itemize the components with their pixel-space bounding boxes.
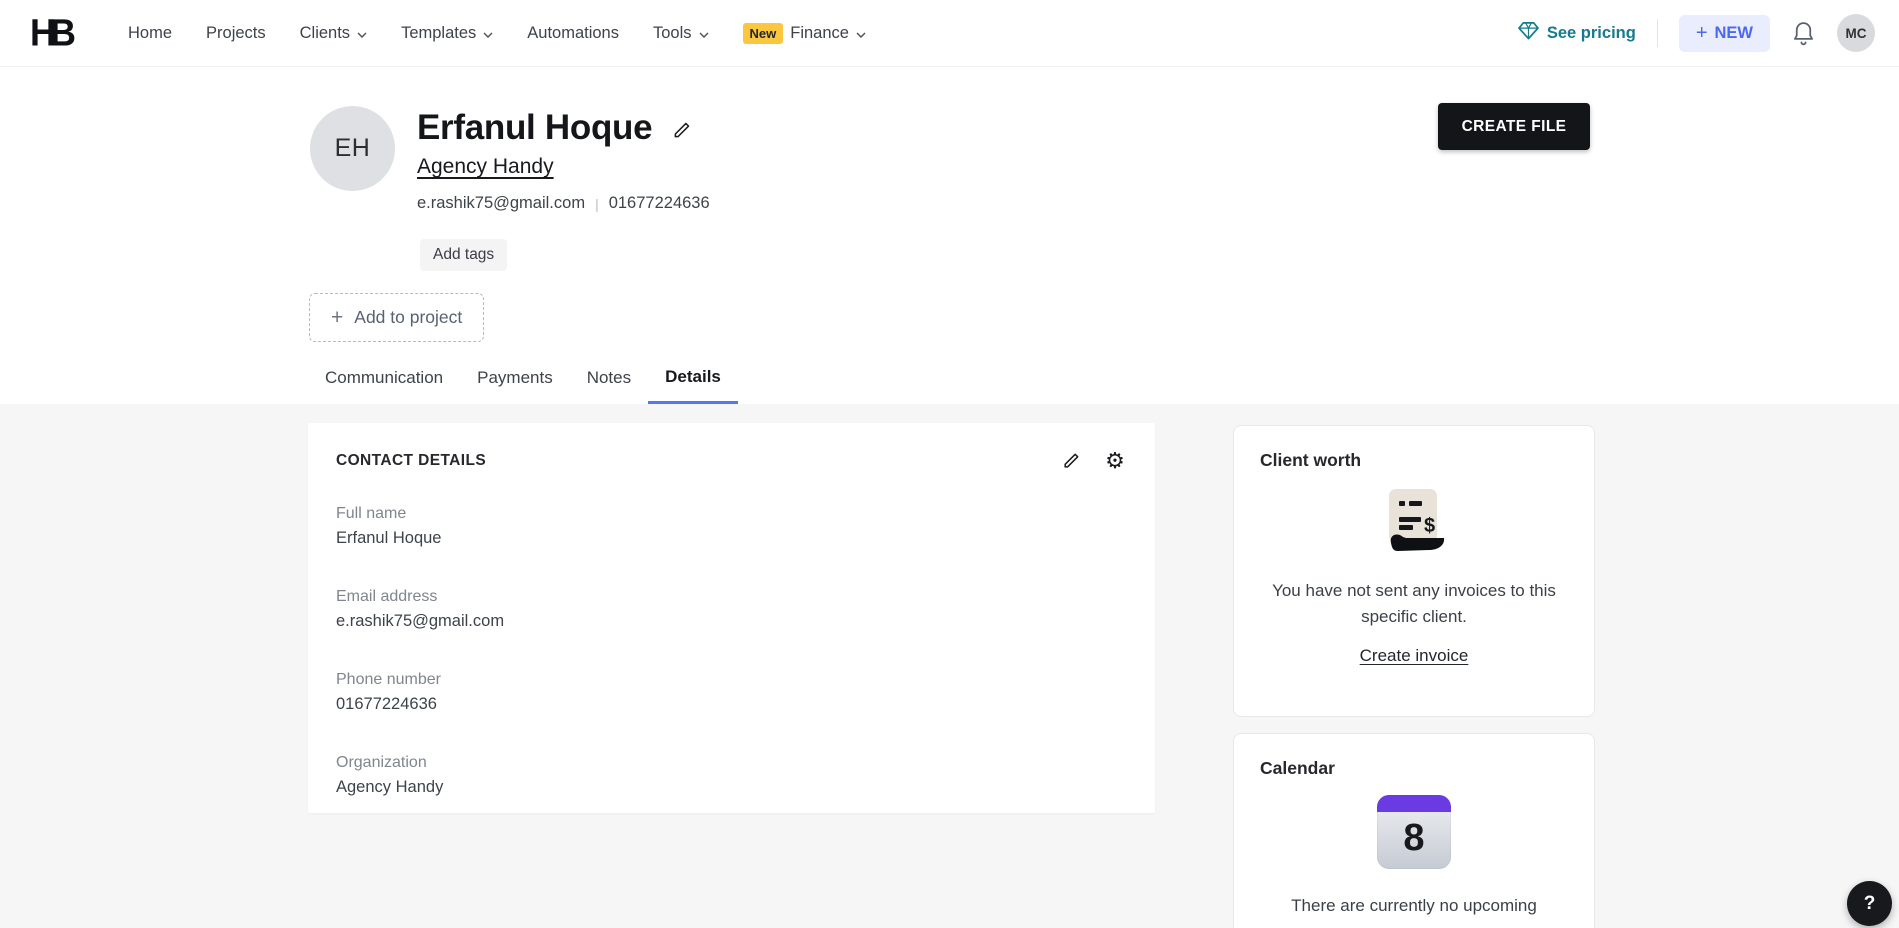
new-button[interactable]: + NEW [1679, 15, 1770, 52]
chevron-down-icon [357, 24, 367, 43]
field-label: Phone number [336, 671, 1127, 689]
client-company-link[interactable]: Agency Handy [417, 155, 554, 179]
plus-icon: + [331, 310, 343, 326]
field-label: Full name [336, 505, 1127, 523]
notifications-bell-icon[interactable] [1791, 20, 1816, 47]
field-value: Agency Handy [336, 778, 1127, 797]
calendar-icon-top-bar [1377, 795, 1451, 812]
tab-details[interactable]: Details [648, 367, 738, 404]
add-to-project-label: Add to project [354, 307, 462, 328]
nav-item-label: Clients [300, 24, 350, 43]
nav-item-label: Templates [401, 24, 476, 43]
create-invoice-link[interactable]: Create invoice [1260, 646, 1568, 666]
chevron-down-icon [856, 24, 866, 43]
nav-item-label: Finance [790, 24, 849, 43]
client-worth-card: Client worth $ You have not sent any inv… [1233, 425, 1595, 717]
field-label: Email address [336, 588, 1127, 606]
calendar-icon-day: 8 [1377, 812, 1451, 864]
see-pricing-link[interactable]: See pricing [1518, 21, 1636, 45]
client-avatar: EH [310, 106, 395, 191]
client-email: e.rashik75@gmail.com [417, 194, 585, 213]
nav-menu: Home Projects Clients Templates Automati… [128, 23, 866, 44]
details-content: CONTACT DETAILS ⚙ Full name Erfanul Hoqu… [0, 404, 1899, 928]
client-phone: 01677224636 [609, 194, 710, 213]
client-contact-line: e.rashik75@gmail.com | 01677224636 [417, 194, 710, 213]
user-avatar[interactable]: MC [1837, 14, 1875, 52]
field-full-name: Full name Erfanul Hoque [336, 505, 1127, 548]
nav-actions: See pricing + NEW MC [1518, 14, 1875, 52]
nav-divider [1657, 19, 1658, 47]
nav-item-label: Home [128, 24, 172, 43]
field-email-address: Email address e.rashik75@gmail.com [336, 588, 1127, 631]
contact-details-title: CONTACT DETAILS [336, 452, 486, 470]
edit-contact-pencil-icon[interactable] [1059, 449, 1083, 473]
new-button-label: NEW [1715, 24, 1754, 43]
tab-communication[interactable]: Communication [325, 368, 443, 404]
plus-icon: + [1696, 25, 1708, 41]
client-name: Erfanul Hoque [417, 108, 652, 148]
field-phone-number: Phone number 01677224636 [336, 671, 1127, 714]
tab-notes[interactable]: Notes [587, 368, 631, 404]
help-button[interactable]: ? [1847, 881, 1892, 926]
client-worth-title: Client worth [1260, 450, 1568, 471]
client-tabs: Communication Payments Notes Details [325, 367, 721, 404]
chevron-down-icon [699, 24, 709, 43]
field-value: e.rashik75@gmail.com [336, 612, 1127, 631]
nav-item-projects[interactable]: Projects [206, 24, 266, 43]
nav-item-label: Projects [206, 24, 266, 43]
separator: | [595, 196, 599, 212]
calendar-icon: 8 [1377, 795, 1451, 869]
create-file-button[interactable]: CREATE FILE [1438, 103, 1590, 150]
client-worth-message: You have not sent any invoices to this s… [1260, 578, 1568, 629]
new-badge: New [743, 23, 784, 44]
honeybook-logo[interactable]: HB [30, 11, 70, 55]
calendar-card: Calendar 8 There are currently no upcomi… [1233, 733, 1595, 928]
client-header: EH Erfanul Hoque Agency Handy e.rashik75… [0, 67, 1899, 404]
top-navigation: HB Home Projects Clients Templates Autom… [0, 0, 1899, 67]
field-label: Organization [336, 754, 1127, 772]
nav-item-automations[interactable]: Automations [527, 24, 619, 43]
field-organization: Organization Agency Handy [336, 754, 1127, 797]
nav-item-finance[interactable]: New Finance [743, 23, 866, 44]
invoice-icon: $ [1381, 487, 1447, 558]
contact-settings-gear-icon[interactable]: ⚙ [1103, 449, 1127, 473]
field-value: 01677224636 [336, 695, 1127, 714]
calendar-title: Calendar [1260, 758, 1568, 779]
svg-text:$: $ [1424, 515, 1435, 537]
calendar-message: There are currently no upcoming [1260, 893, 1568, 919]
edit-name-pencil-icon[interactable] [669, 118, 693, 142]
nav-item-templates[interactable]: Templates [401, 24, 493, 43]
add-to-project-button[interactable]: + Add to project [309, 293, 484, 342]
contact-details-card: CONTACT DETAILS ⚙ Full name Erfanul Hoqu… [308, 423, 1155, 813]
nav-item-clients[interactable]: Clients [300, 24, 367, 43]
field-value: Erfanul Hoque [336, 529, 1127, 548]
nav-item-label: Automations [527, 24, 619, 43]
add-tags-button[interactable]: Add tags [420, 239, 507, 271]
chevron-down-icon [483, 24, 493, 43]
nav-item-home[interactable]: Home [128, 24, 172, 43]
see-pricing-label: See pricing [1547, 24, 1636, 43]
tab-payments[interactable]: Payments [477, 368, 553, 404]
nav-item-tools[interactable]: Tools [653, 24, 709, 43]
nav-item-label: Tools [653, 24, 692, 43]
gem-icon [1518, 21, 1539, 45]
